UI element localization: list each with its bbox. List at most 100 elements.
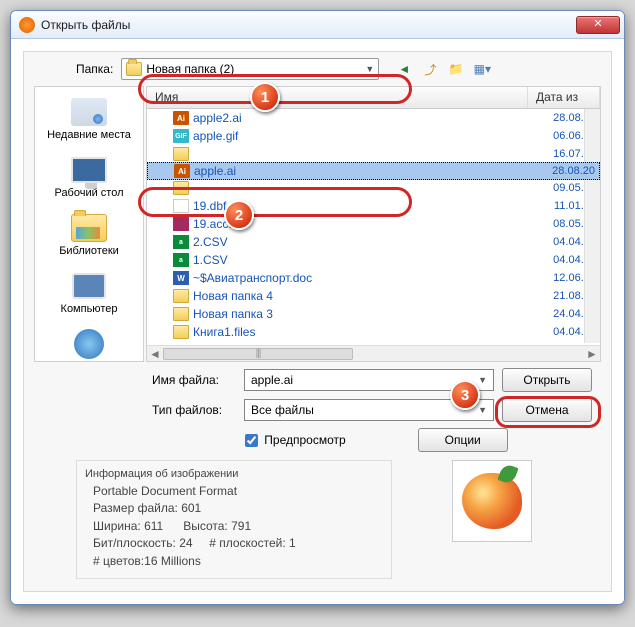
file-row[interactable]: Aiapple2.ai28.08.20: [147, 109, 600, 127]
filetype-icon: [173, 217, 189, 231]
titlebar[interactable]: Открыть файлы ✕: [11, 11, 624, 39]
desktop-icon: [71, 157, 107, 183]
nav-viewmode-icon[interactable]: ▦▾: [471, 59, 493, 79]
filetype-icon: [173, 289, 189, 303]
chevron-down-icon: ▼: [365, 64, 374, 74]
file-list-header[interactable]: Имя Дата из: [147, 87, 600, 109]
filetype-icon: a: [173, 253, 189, 267]
file-row[interactable]: Книга1.files04.04.20: [147, 323, 600, 341]
info-format: Portable Document Format: [93, 483, 383, 500]
file-row[interactable]: 16.07.20: [147, 145, 600, 163]
filetype-icon: [173, 199, 189, 213]
file-row[interactable]: 19.dbf11.01.20: [147, 197, 600, 215]
file-list[interactable]: Имя Дата из Ai apple2.ai 28.08.20 GIF apple.…: [146, 86, 601, 362]
preview-thumbnail: [452, 460, 532, 542]
file-row[interactable]: a1.CSV04.04.20: [147, 251, 600, 269]
file-name: Книга1.files: [193, 325, 528, 339]
sidebar-item-label: Компьютер: [37, 303, 141, 315]
sidebar-item-recent[interactable]: Недавние места: [35, 91, 143, 149]
libraries-icon: [71, 214, 107, 242]
info-header: Информация об изображении: [85, 467, 383, 483]
file-row[interactable]: a2.CSV04.04.20: [147, 233, 600, 251]
file-row[interactable]: 09.05.20: [147, 179, 600, 197]
file-name: 1.CSV: [193, 253, 528, 267]
info-size-label: Размер файла:: [93, 501, 178, 515]
preview-checkbox-label: Предпросмотр: [264, 433, 345, 447]
info-width-value: 611: [144, 519, 163, 533]
info-height-value: 791: [231, 519, 251, 533]
info-planes-value: 1: [289, 536, 296, 550]
info-width-label: Ширина:: [93, 519, 141, 533]
scroll-right-icon[interactable]: ►: [584, 347, 600, 361]
file-row[interactable]: Новая папка 324.04.20: [147, 305, 600, 323]
preview-image-content: [462, 473, 522, 529]
folder-combo-value: Новая папка (2): [146, 62, 234, 76]
folder-icon: [126, 62, 142, 76]
sidebar-item-network[interactable]: [35, 323, 143, 369]
nav-up-icon[interactable]: ⤴: [419, 59, 441, 79]
places-sidebar: Недавние места Рабочий стол Библиотеки К…: [34, 86, 144, 362]
computer-icon: [72, 273, 106, 299]
chevron-down-icon: ▼: [478, 405, 487, 415]
info-colors-label: # цветов:: [93, 554, 144, 568]
sidebar-item-label: Библиотеки: [37, 245, 141, 257]
sidebar-item-computer[interactable]: Компьютер: [35, 265, 143, 323]
sidebar-item-label: Недавние места: [37, 129, 141, 141]
chevron-down-icon: ▼: [478, 375, 487, 385]
col-name[interactable]: Имя: [147, 87, 528, 108]
filetype-icon: Ai: [173, 111, 189, 125]
info-planes-label: # плоскостей:: [209, 536, 285, 550]
filetype-icon: [173, 181, 189, 195]
window-title: Открыть файлы: [41, 18, 576, 32]
sidebar-item-desktop[interactable]: Рабочий стол: [35, 149, 143, 207]
folder-label: Папка:: [76, 62, 113, 76]
file-row[interactable]: Новая папка 421.08.20: [147, 287, 600, 305]
scroll-left-icon[interactable]: ◄: [147, 347, 163, 361]
options-button[interactable]: Опции: [418, 428, 508, 452]
filetype-icon: [173, 325, 189, 339]
file-row[interactable]: Ai apple.ai28.08.20: [147, 162, 600, 180]
filetype-icon: [173, 307, 189, 321]
file-name: Новая папка 4: [193, 289, 528, 303]
annotation-badge-3: 3: [450, 380, 480, 410]
nav-newfolder-icon[interactable]: 📁: [445, 59, 467, 79]
info-height-label: Высота:: [183, 519, 228, 533]
preview-checkbox[interactable]: [245, 434, 258, 447]
file-row[interactable]: W~$Авиатранспорт.doc12.06.20: [147, 269, 600, 287]
file-name: apple2.ai: [193, 111, 528, 125]
file-name: apple.ai: [194, 164, 527, 178]
file-date: 28.08.20: [527, 165, 599, 177]
app-icon: [19, 17, 35, 33]
filetype-icon: [173, 147, 189, 161]
scrollbar-thumb[interactable]: [163, 348, 353, 360]
sidebar-item-libraries[interactable]: Библиотеки: [35, 207, 143, 265]
file-name: apple.gif: [193, 129, 528, 143]
file-row[interactable]: 19.accdb08.05.20: [147, 215, 600, 233]
info-size-value: 601: [181, 501, 201, 515]
annotation-badge-2: 2: [224, 200, 254, 230]
filename-label: Имя файла:: [152, 373, 236, 387]
image-info-panel: Информация об изображении Portable Docum…: [34, 460, 601, 579]
filetype-icon: a: [173, 235, 189, 249]
file-name: Новая папка 3: [193, 307, 528, 321]
info-bpp-label: Бит/плоскость:: [93, 536, 176, 550]
col-date[interactable]: Дата из: [528, 87, 600, 108]
file-name: ~$Авиатранспорт.doc: [193, 271, 528, 285]
scrollbar-track[interactable]: [163, 347, 584, 361]
nav-back-icon[interactable]: ◄: [393, 59, 415, 79]
filetype-icon: Ai: [174, 164, 190, 178]
filetype-label: Тип файлов:: [152, 403, 236, 417]
file-row[interactable]: GIFapple.gif06.06.20: [147, 127, 600, 145]
folder-combo[interactable]: Новая папка (2) ▼: [121, 58, 379, 80]
info-bpp-value: 24: [179, 536, 192, 550]
open-button[interactable]: Открыть: [502, 368, 592, 392]
close-button[interactable]: ✕: [576, 16, 620, 34]
vertical-scrollbar[interactable]: [584, 109, 600, 343]
filename-value: apple.ai: [251, 373, 293, 387]
filetype-value: Все файлы: [251, 403, 314, 417]
horizontal-scrollbar[interactable]: ◄ ►: [147, 345, 600, 361]
recent-places-icon: [71, 98, 107, 126]
filetype-icon: GIF: [173, 129, 189, 143]
cancel-button[interactable]: Отмена: [502, 398, 592, 422]
network-icon: [74, 329, 104, 359]
